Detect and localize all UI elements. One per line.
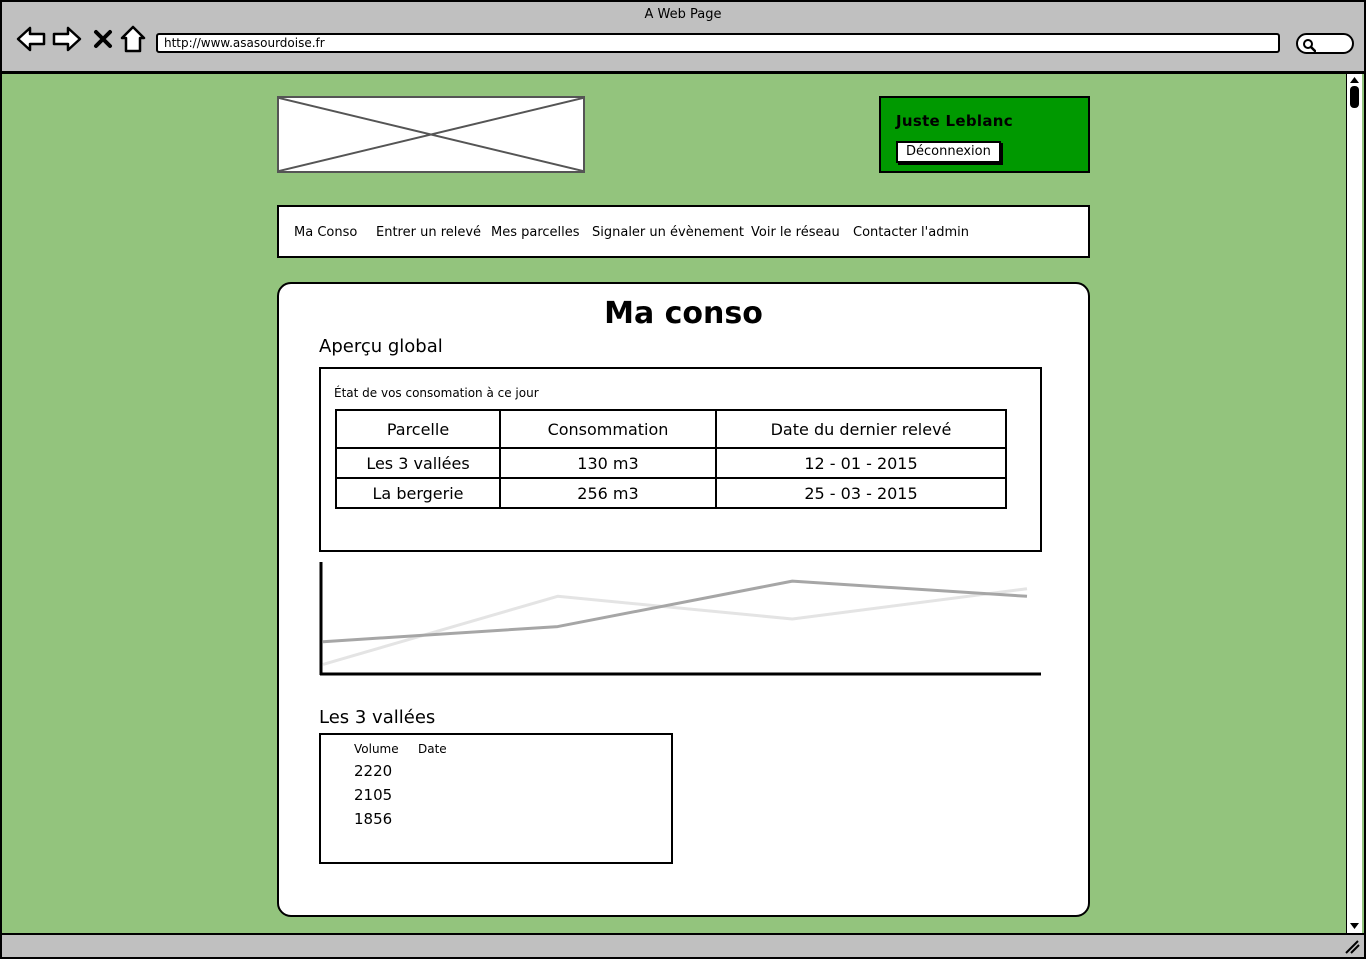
overview-caption: État de vos consomation à ce jour (334, 386, 539, 400)
back-arrow-icon (16, 26, 46, 52)
consumption-table: Parcelle Consommation Date du dernier re… (335, 409, 1007, 509)
vertical-scrollbar[interactable] (1346, 74, 1362, 933)
detail-heading: Les 3 vallées (319, 707, 436, 728)
column-header: Consommation (499, 409, 717, 449)
nav-item-mes-parcelles[interactable]: Mes parcelles (491, 225, 580, 240)
main-nav: Ma Conso Entrer un relevé Mes parcelles … (277, 205, 1090, 258)
scroll-thumb[interactable] (1350, 86, 1359, 108)
table-header-row: Parcelle Consommation Date du dernier re… (335, 409, 1007, 449)
forward-button[interactable] (52, 24, 82, 54)
forward-arrow-icon (52, 26, 82, 52)
volume-value: 2220 (354, 762, 393, 780)
scroll-up-icon (1350, 77, 1359, 83)
date-column-header: Date (418, 742, 447, 756)
window-title: A Web Page (644, 7, 722, 22)
consumption-chart (319, 562, 1041, 676)
cell-date: 12 - 01 - 2015 (715, 447, 1007, 479)
resize-grip-icon (1345, 940, 1360, 954)
cell-parcelle: Les 3 vallées (335, 447, 501, 479)
browser-search[interactable] (1296, 33, 1354, 54)
nav-item-entrer-releve[interactable]: Entrer un relevé (376, 225, 481, 240)
close-icon (94, 30, 112, 48)
image-placeholder-icon (279, 98, 583, 171)
url-input[interactable]: http://www.asasourdoise.fr (156, 33, 1280, 53)
user-name: Juste Leblanc (896, 112, 1013, 130)
overview-panel: État de vos consomation à ce jour Parcel… (319, 367, 1042, 552)
stop-button[interactable] (88, 24, 118, 54)
user-panel: Juste Leblanc Déconnexion (879, 96, 1090, 173)
main-content: Ma conso Aperçu global État de vos conso… (277, 282, 1090, 917)
volume-value: 1856 (354, 810, 393, 828)
table-row: La bergerie 256 m3 25 - 03 - 2015 (335, 477, 1007, 509)
detail-panel: Volume Date 2220 2105 1856 (319, 733, 673, 864)
logout-button[interactable]: Déconnexion (896, 141, 1001, 163)
cell-consommation: 130 m3 (499, 447, 717, 479)
back-button[interactable] (16, 24, 46, 54)
cell-consommation: 256 m3 (499, 477, 717, 509)
column-header: Date du dernier relevé (715, 409, 1007, 449)
nav-item-voir-reseau[interactable]: Voir le réseau (751, 225, 840, 240)
scroll-down-icon (1350, 923, 1359, 929)
nav-item-contacter-admin[interactable]: Contacter l'admin (853, 225, 969, 240)
volume-value: 2105 (354, 786, 393, 804)
nav-item-signaler-evenement[interactable]: Signaler un évènement (592, 225, 744, 240)
series-line-1 (322, 587, 1028, 666)
home-button[interactable] (118, 24, 148, 54)
page-title: Ma conso (604, 296, 763, 331)
nav-item-ma-conso[interactable]: Ma Conso (294, 225, 357, 240)
volume-column-header: Volume (354, 742, 399, 756)
browser-chrome: A Web Page http://www.asasourdoise.fr (0, 0, 1366, 74)
search-icon (1303, 39, 1316, 52)
home-icon (120, 25, 146, 53)
status-bar (0, 933, 1366, 959)
cell-date: 25 - 03 - 2015 (715, 477, 1007, 509)
overview-heading: Aperçu global (319, 336, 443, 357)
logo-placeholder (277, 96, 585, 173)
column-header: Parcelle (335, 409, 501, 449)
cell-parcelle: La bergerie (335, 477, 501, 509)
table-row: Les 3 vallées 130 m3 12 - 01 - 2015 (335, 447, 1007, 479)
